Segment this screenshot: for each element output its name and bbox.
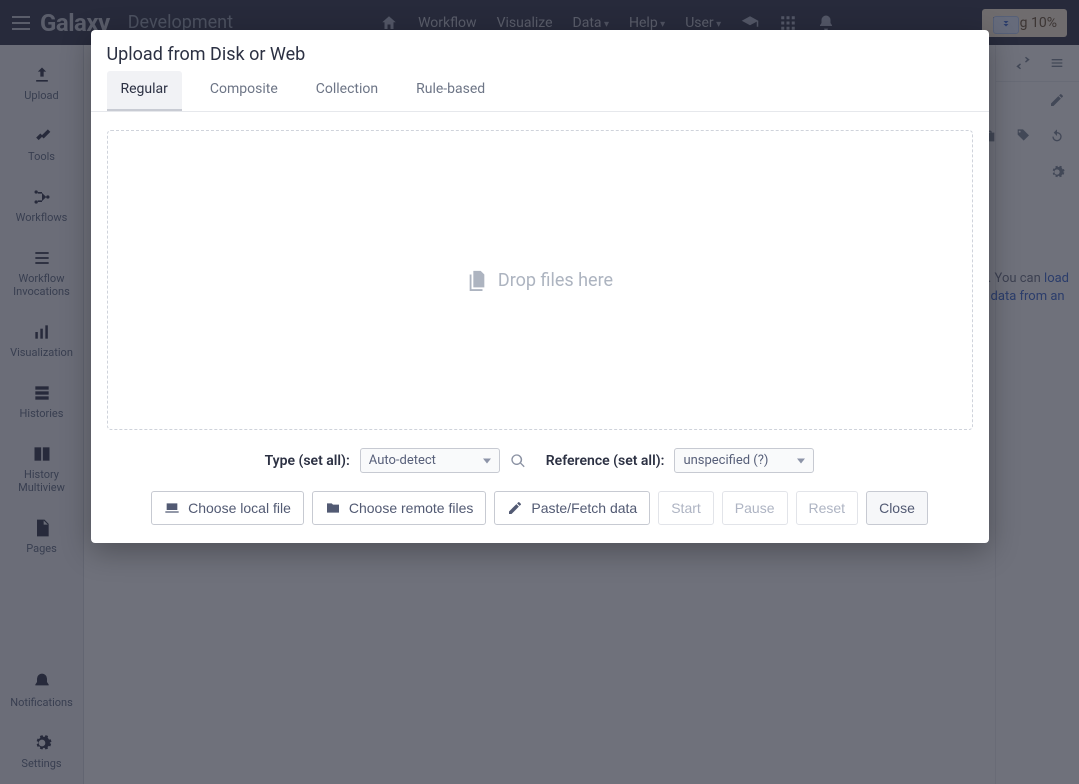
pause-button: Pause <box>722 491 788 525</box>
choose-local-button[interactable]: Choose local file <box>151 491 304 525</box>
reference-select-value: unspecified (?) <box>683 453 768 468</box>
button-label: Close <box>879 500 915 516</box>
button-label: Paste/Fetch data <box>531 500 637 516</box>
modal-title: Upload from Disk or Web <box>91 30 989 71</box>
button-label: Choose remote files <box>349 500 474 516</box>
files-icon <box>466 269 488 291</box>
modal-buttons: Choose local file Choose remote files Pa… <box>91 479 989 543</box>
button-label: Reset <box>809 500 846 516</box>
laptop-icon <box>164 500 180 516</box>
reference-select[interactable]: unspecified (?) <box>674 448 814 473</box>
reference-label: Reference (set all): <box>546 453 665 469</box>
close-button[interactable]: Close <box>866 491 928 525</box>
folder-icon <box>325 500 341 516</box>
drop-text: Drop files here <box>498 270 613 291</box>
type-select-value: Auto-detect <box>369 453 436 468</box>
button-label: Choose local file <box>188 500 291 516</box>
upload-tabs: Regular Composite Collection Rule-based <box>91 71 989 112</box>
start-button: Start <box>658 491 714 525</box>
type-label: Type (set all): <box>265 453 350 469</box>
modal-overlay[interactable]: Upload from Disk or Web Regular Composit… <box>0 0 1079 784</box>
tab-collection[interactable]: Collection <box>306 71 388 111</box>
upload-modal: Upload from Disk or Web Regular Composit… <box>91 30 989 543</box>
bulk-settings: Type (set all): Auto-detect Reference (s… <box>91 440 989 479</box>
tab-regular[interactable]: Regular <box>107 71 182 111</box>
edit-icon <box>507 500 523 516</box>
tab-composite[interactable]: Composite <box>200 71 288 111</box>
button-label: Pause <box>735 500 775 516</box>
reset-button: Reset <box>796 491 859 525</box>
search-type-icon[interactable] <box>510 453 526 469</box>
paste-fetch-button[interactable]: Paste/Fetch data <box>494 491 650 525</box>
button-label: Start <box>671 500 701 516</box>
choose-remote-button[interactable]: Choose remote files <box>312 491 487 525</box>
step-marker: 1 <box>533 379 547 407</box>
tab-rule-based[interactable]: Rule-based <box>406 71 495 111</box>
type-select[interactable]: Auto-detect <box>360 448 500 473</box>
drop-zone[interactable]: Drop files here 1 <box>107 130 973 430</box>
